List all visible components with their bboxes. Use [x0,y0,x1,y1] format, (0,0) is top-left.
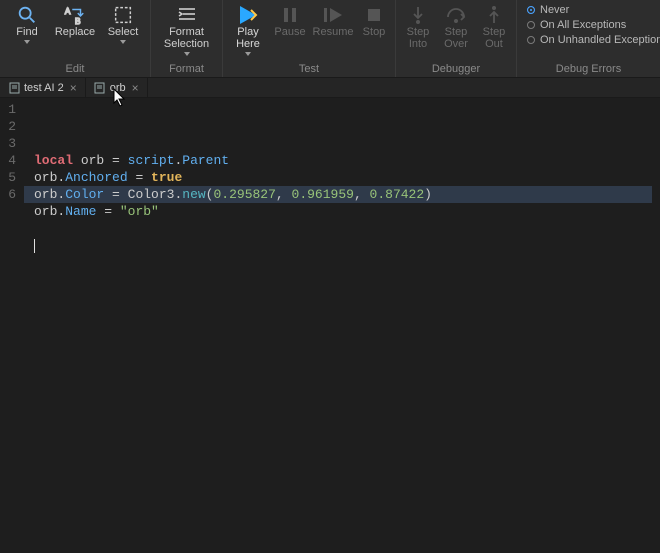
line-number: 5 [4,169,16,186]
script-icon [94,82,106,94]
line-number: 2 [4,118,16,135]
line-number-gutter: 123456 [0,98,24,553]
group-label: Format [155,63,218,76]
code-line[interactable]: local orb = script.Parent [34,152,660,169]
close-icon[interactable]: × [132,81,139,95]
pause-button[interactable]: Pause [271,2,309,40]
group-format: Format Selection Format [151,0,223,77]
replace-button[interactable]: AB Replace [52,2,98,40]
line-number: 6 [4,186,16,203]
svg-text:B: B [75,17,81,26]
radio-off-icon [527,36,535,44]
chevron-down-icon [120,40,126,44]
group-debugger: Step Into Step Over Step Out Debugger [396,0,517,77]
error-option-never[interactable]: Never [527,4,660,16]
chevron-down-icon [24,40,30,44]
chevron-down-icon [184,52,190,56]
stop-button[interactable]: Stop [357,2,391,40]
group-debug-errors: Never On All Exceptions On Unhandled Exc… [517,0,660,77]
step-over-button[interactable]: Step Over [438,2,474,52]
line-number: 3 [4,135,16,152]
play-here-button[interactable]: Play Here [227,2,269,58]
group-label: Debug Errors [521,63,656,76]
tab-label: orb [110,82,126,94]
line-number: 4 [4,152,16,169]
script-tab-bar: test AI 2 × orb × [0,78,660,98]
error-option-unhandled[interactable]: On Unhandled Exceptions [527,34,660,46]
step-out-button[interactable]: Step Out [476,2,512,52]
tab-test-ai-2[interactable]: test AI 2 × [0,78,86,97]
find-button[interactable]: Find [4,2,50,46]
step-into-icon [406,4,430,26]
step-over-icon [444,4,468,26]
code-line[interactable]: orb.Color = Color3.new(0.295827, 0.96195… [34,186,660,203]
radio-off-icon [527,21,535,29]
format-selection-button[interactable]: Format Selection [157,2,217,58]
close-icon[interactable]: × [70,81,77,95]
group-test: Play Here Pause Resume Stop [223,0,396,77]
radio-on-icon [527,6,535,14]
error-option-all[interactable]: On All Exceptions [527,19,660,31]
step-into-button[interactable]: Step Into [400,2,436,52]
replace-icon: AB [63,4,87,26]
code-area[interactable]: local orb = script.Parentorb.Anchored = … [24,98,660,553]
code-line[interactable] [34,220,660,237]
code-line[interactable] [34,237,660,254]
group-label: Debugger [400,63,512,76]
play-icon [236,4,260,26]
group-label: Edit [4,63,146,76]
ribbon-toolbar: Find AB Replace Select Edit [0,0,660,78]
resume-icon [321,4,345,26]
group-edit: Find AB Replace Select Edit [0,0,151,77]
format-icon [175,4,199,26]
chevron-down-icon [245,52,251,56]
text-cursor [34,239,35,253]
svg-text:A: A [65,7,71,16]
stop-icon [362,4,386,26]
script-icon [8,82,20,94]
line-number: 1 [4,101,16,118]
group-label: Test [227,63,391,76]
pause-icon [278,4,302,26]
code-line[interactable]: orb.Name = "orb" [34,203,660,220]
step-out-icon [482,4,506,26]
select-icon [111,4,135,26]
tab-label: test AI 2 [24,82,64,94]
resume-button[interactable]: Resume [311,2,355,40]
code-editor[interactable]: 123456 local orb = script.Parentorb.Anch… [0,98,660,553]
tab-orb[interactable]: orb × [86,78,148,97]
code-line[interactable]: orb.Anchored = true [34,169,660,186]
select-button[interactable]: Select [100,2,146,46]
search-icon [15,4,39,26]
